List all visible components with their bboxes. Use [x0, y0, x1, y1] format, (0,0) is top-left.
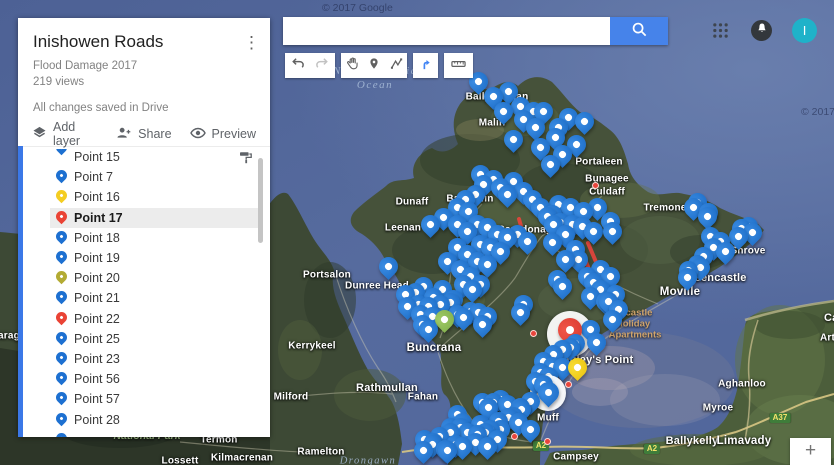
- point-pin-icon: [55, 371, 68, 387]
- style-paint-roller-icon[interactable]: [239, 151, 253, 164]
- notifications-button[interactable]: [751, 20, 772, 41]
- add-layer-button[interactable]: Add layer: [32, 120, 98, 148]
- point-label: Point 25: [74, 332, 120, 346]
- measure-ruler-icon: [451, 57, 466, 75]
- point-pin-icon: [55, 290, 68, 306]
- search-bar: [283, 17, 668, 45]
- redo-icon: [315, 56, 330, 75]
- point-label: Point 15: [74, 150, 120, 164]
- map-pin-blue[interactable]: [375, 253, 402, 280]
- add-marker-icon: [368, 57, 380, 75]
- incident-dot: [544, 438, 551, 445]
- map-edit-toolbar: [285, 53, 473, 78]
- draw-line-button[interactable]: [385, 53, 407, 78]
- share-button[interactable]: Share: [116, 126, 171, 142]
- point-list-item[interactable]: Point 7: [50, 167, 263, 187]
- measure-button[interactable]: [444, 53, 473, 78]
- point-label: Point 28: [74, 413, 120, 427]
- point-list-item[interactable]: Point 22: [50, 309, 263, 329]
- undo-icon: [290, 56, 305, 75]
- preview-button[interactable]: Preview: [190, 127, 256, 142]
- point-label: Point 57: [74, 392, 120, 406]
- incident-dot: [565, 381, 572, 388]
- point-label: Point 21: [74, 291, 120, 305]
- pan-hand-icon: [346, 56, 359, 75]
- pan-tool-button[interactable]: [341, 53, 363, 78]
- zoom-in-button[interactable]: +: [790, 438, 831, 465]
- selected-layer-indicator: [18, 146, 23, 437]
- save-status: All changes saved in Drive: [33, 102, 256, 114]
- panel-actions: Add layer Share: [18, 122, 270, 147]
- point-pin-icon: [55, 432, 68, 437]
- add-directions-button[interactable]: [413, 53, 438, 78]
- points-list: Point 15 Point 7 Point 16 Point 17 Point 18 P…: [18, 146, 270, 437]
- point-list-item[interactable]: Point 21: [50, 288, 263, 308]
- search-icon: [631, 21, 648, 41]
- incident-dot: [511, 433, 518, 440]
- point-list-item[interactable]: Point 23: [50, 349, 263, 369]
- plus-icon: +: [805, 438, 816, 464]
- point-label: Point 18: [74, 231, 120, 245]
- point-list-item[interactable]: Point 16: [50, 187, 263, 207]
- point-list-item[interactable]: Point 19: [50, 248, 263, 268]
- point-pin-icon: [55, 351, 68, 367]
- add-marker-button[interactable]: [363, 53, 385, 78]
- search-input[interactable]: [283, 17, 610, 45]
- map-views: 219 views: [33, 74, 256, 90]
- point-label: Point 23: [74, 352, 120, 366]
- bell-icon: [756, 22, 768, 40]
- point-list-item[interactable]: Point 20: [50, 268, 263, 288]
- redo-button[interactable]: [310, 53, 335, 78]
- point-label: Point 20: [74, 271, 120, 285]
- point-pin-icon: [55, 412, 68, 428]
- add-directions-icon: [419, 57, 432, 75]
- point-list-item[interactable]: [50, 430, 263, 437]
- undo-button[interactable]: [285, 53, 310, 78]
- google-apps-grid-icon[interactable]: [712, 22, 729, 44]
- point-label: Point 7: [74, 170, 113, 184]
- eye-icon: [190, 127, 206, 142]
- my-maps-app: North AtlanticOcean© 2017 Google© 2017 G…: [0, 0, 834, 465]
- point-pin-icon: [55, 230, 68, 246]
- layers-icon: [32, 126, 47, 142]
- point-pin-icon: [55, 169, 68, 185]
- point-label: Point 19: [74, 251, 120, 265]
- add-layer-label: Add layer: [53, 120, 98, 148]
- point-list-item[interactable]: Point 28: [50, 409, 263, 429]
- point-pin-icon: [55, 210, 68, 226]
- incident-dot: [530, 330, 537, 337]
- person-add-icon: [116, 126, 132, 142]
- point-pin-icon: [55, 311, 68, 327]
- kebab-menu-icon[interactable]: ⋮: [243, 34, 260, 51]
- list-scrollbar[interactable]: [258, 158, 263, 243]
- draw-line-icon: [390, 57, 403, 75]
- preview-label: Preview: [212, 127, 256, 141]
- point-pin-icon: [55, 391, 68, 407]
- point-pin-icon: [55, 189, 68, 205]
- point-list-item[interactable]: Point 56: [50, 369, 263, 389]
- incident-dot: [592, 182, 599, 189]
- point-pin-icon: [55, 250, 68, 266]
- map-subtitle: Flood Damage 2017: [33, 58, 256, 74]
- panel-header: Inishowen Roads ⋮ Flood Damage 2017 219 …: [18, 18, 270, 114]
- point-label: Point 56: [74, 372, 120, 386]
- map-info-panel: Inishowen Roads ⋮ Flood Damage 2017 219 …: [18, 18, 270, 437]
- point-pin-icon: [55, 270, 68, 286]
- point-pin-icon: [55, 331, 68, 347]
- point-list-item[interactable]: Point 15: [50, 147, 263, 167]
- point-label: Point 22: [74, 312, 120, 326]
- point-pin-icon: [55, 149, 68, 165]
- point-list-item[interactable]: Point 18: [50, 228, 263, 248]
- map-title: Inishowen Roads: [33, 32, 256, 52]
- point-list-item[interactable]: Point 17: [50, 208, 263, 228]
- point-list-item[interactable]: Point 25: [50, 329, 263, 349]
- map-description: Flood Damage 2017 219 views: [33, 58, 256, 90]
- point-label: Point 16: [74, 190, 120, 204]
- point-list-item[interactable]: Point 57: [50, 389, 263, 409]
- search-button[interactable]: [610, 17, 668, 45]
- point-label: Point 17: [74, 211, 123, 225]
- share-label: Share: [138, 127, 171, 141]
- account-avatar[interactable]: I: [792, 18, 817, 43]
